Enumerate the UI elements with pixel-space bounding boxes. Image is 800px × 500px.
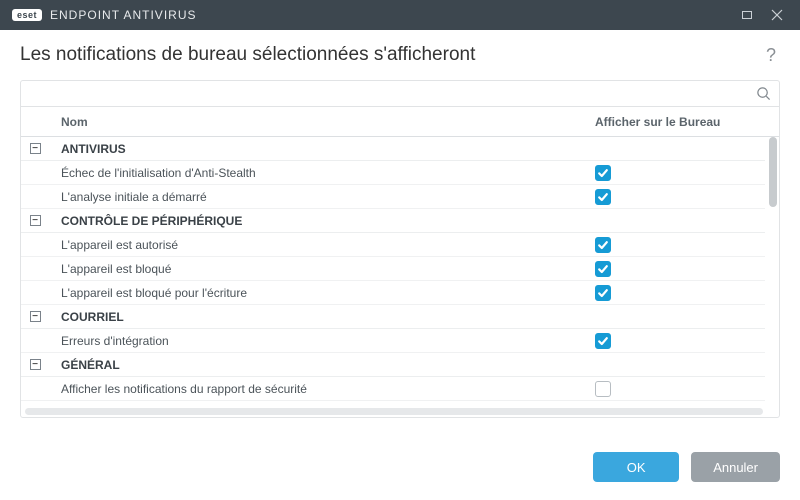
vertical-scrollbar[interactable] <box>769 137 777 407</box>
show-on-desktop-checkbox[interactable] <box>595 285 611 301</box>
collapse-toggle[interactable]: − <box>21 215 49 226</box>
page-title: Les notifications de bureau sélectionnée… <box>20 44 762 66</box>
group-label: ANTIVIRUS <box>49 142 595 156</box>
product-title: ENDPOINT ANTIVIRUS <box>50 8 196 22</box>
group-label: CONTRÔLE DE PÉRIPHÉRIQUE <box>49 214 595 228</box>
close-icon <box>771 9 783 21</box>
notifications-panel: Nom Afficher sur le Bureau −ANTIVIRUSÉch… <box>20 80 780 418</box>
show-on-desktop-checkbox[interactable] <box>595 333 611 349</box>
column-header: Nom Afficher sur le Bureau <box>21 107 779 137</box>
group-header[interactable]: −COURRIEL <box>21 305 765 329</box>
item-label: L'appareil est bloqué pour l'écriture <box>49 286 595 300</box>
minus-icon: − <box>30 311 41 322</box>
brand-badge: eset <box>12 9 42 21</box>
column-name[interactable]: Nom <box>49 115 595 129</box>
table-row: Afficher les notifications du rapport de… <box>21 377 765 401</box>
group-label: GÉNÉRAL <box>49 358 595 372</box>
header: Les notifications de bureau sélectionnée… <box>0 30 800 76</box>
close-button[interactable] <box>762 0 792 30</box>
show-on-desktop-checkbox[interactable] <box>595 165 611 181</box>
table-row: Échec de l'initialisation d'Anti-Stealth <box>21 161 765 185</box>
table-row: Erreurs d'intégration <box>21 329 765 353</box>
scroll-thumb[interactable] <box>769 137 777 207</box>
titlebar: eset ENDPOINT ANTIVIRUS <box>0 0 800 30</box>
table-row: L'analyse initiale a démarré <box>21 185 765 209</box>
horizontal-scrollbar[interactable] <box>25 408 763 415</box>
minus-icon: − <box>30 359 41 370</box>
item-label: L'appareil est bloqué <box>49 262 595 276</box>
show-on-desktop-checkbox[interactable] <box>595 189 611 205</box>
app-window: eset ENDPOINT ANTIVIRUS Les notification… <box>0 0 800 500</box>
item-label: Échec de l'initialisation d'Anti-Stealth <box>49 166 595 180</box>
help-button[interactable]: ? <box>762 45 780 66</box>
cancel-button[interactable]: Annuler <box>691 452 780 482</box>
item-label: Afficher les notifications du rapport de… <box>49 382 595 396</box>
column-show[interactable]: Afficher sur le Bureau <box>595 115 765 129</box>
search-bar <box>21 81 779 107</box>
item-label: L'appareil est autorisé <box>49 238 595 252</box>
show-on-desktop-checkbox[interactable] <box>595 237 611 253</box>
group-header[interactable]: −GÉNÉRAL <box>21 353 765 377</box>
minimize-icon <box>741 9 753 21</box>
table-row: L'appareil est autorisé <box>21 233 765 257</box>
search-icon[interactable] <box>756 86 771 101</box>
table-body: −ANTIVIRUSÉchec de l'initialisation d'An… <box>21 137 779 417</box>
show-on-desktop-checkbox[interactable] <box>595 261 611 277</box>
collapse-toggle[interactable]: − <box>21 359 49 370</box>
collapse-toggle[interactable]: − <box>21 311 49 322</box>
group-header[interactable]: −ANTIVIRUS <box>21 137 765 161</box>
minus-icon: − <box>30 215 41 226</box>
minimize-button[interactable] <box>732 0 762 30</box>
minus-icon: − <box>30 143 41 154</box>
item-label: L'analyse initiale a démarré <box>49 190 595 204</box>
item-label: Erreurs d'intégration <box>49 334 595 348</box>
table-row: L'appareil est bloqué pour l'écriture <box>21 281 765 305</box>
ok-button[interactable]: OK <box>593 452 679 482</box>
table-row: L'appareil est bloqué <box>21 257 765 281</box>
collapse-toggle[interactable]: − <box>21 143 49 154</box>
group-label: COURRIEL <box>49 310 595 324</box>
group-header[interactable]: −CONTRÔLE DE PÉRIPHÉRIQUE <box>21 209 765 233</box>
show-on-desktop-checkbox[interactable] <box>595 381 611 397</box>
search-input[interactable] <box>29 82 756 106</box>
footer: OK Annuler <box>0 418 800 500</box>
